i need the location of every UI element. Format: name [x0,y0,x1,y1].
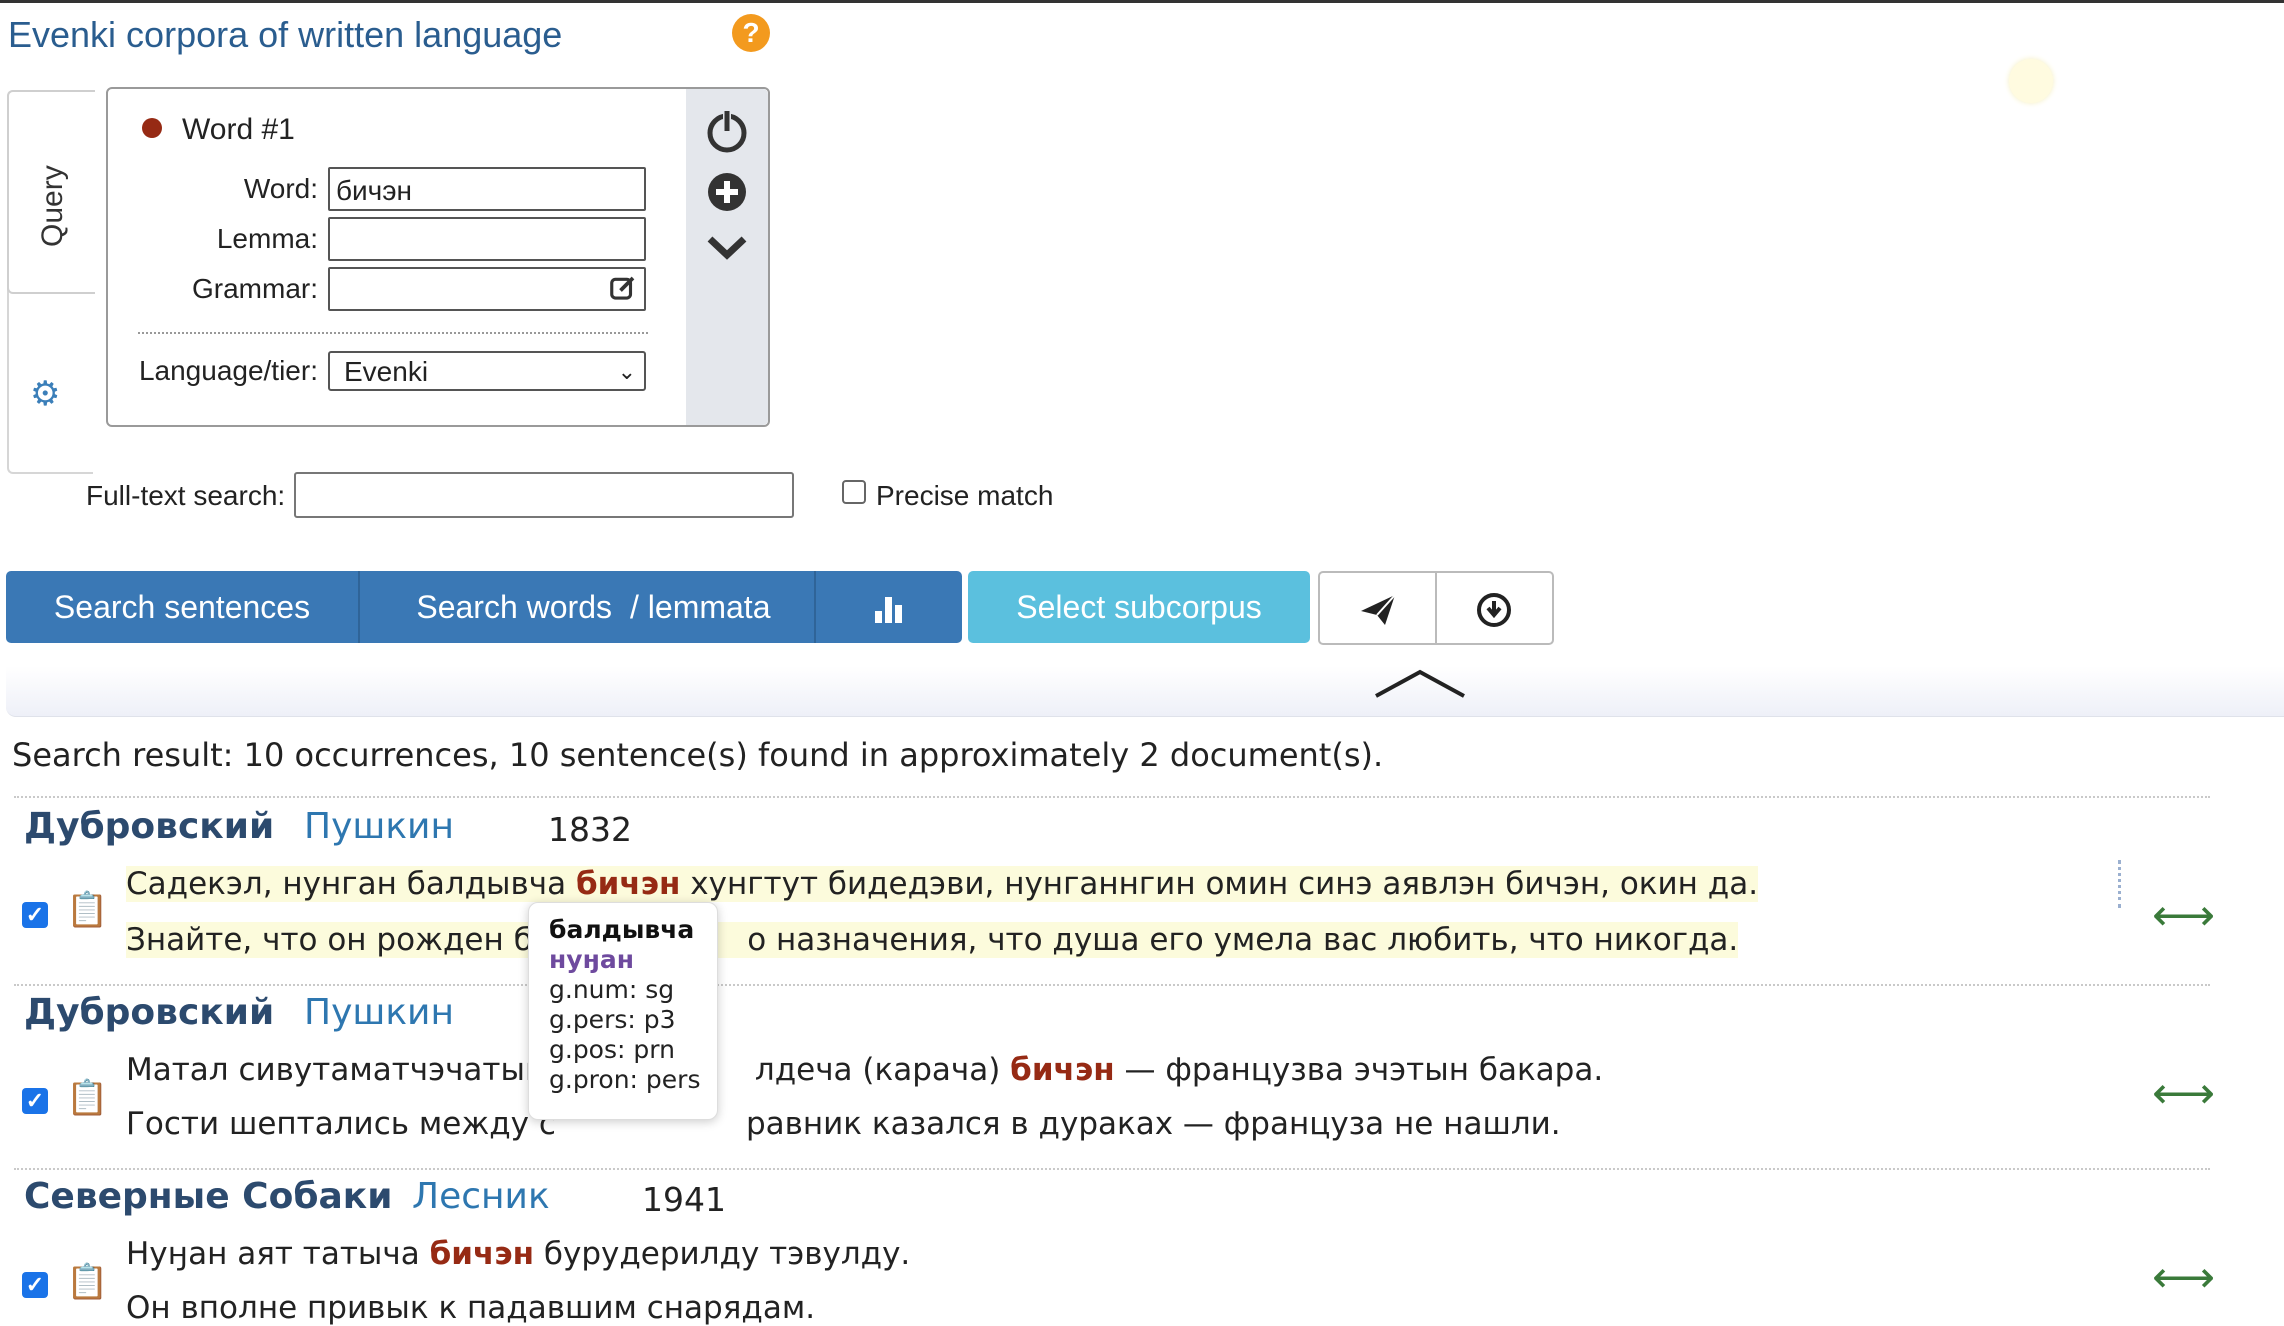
popup-feature: g.pers: p3 [549,1005,676,1034]
precise-match-checkbox[interactable] [842,480,866,504]
lemma-field[interactable] [328,217,646,261]
sentence-pre[interactable]: Нуӈан аят татыча [126,1236,430,1272]
word-field[interactable]: бичэн [328,167,646,211]
sentence-translation: Гости шептались между с равник казался в … [126,1106,1561,1142]
language-select[interactable]: Evenki ⌄ [328,351,646,391]
popup-feature: g.pron: pers [549,1065,701,1094]
translation-tail: о назначения, что душа его умела вас люб… [747,922,1739,958]
share-button[interactable] [1320,573,1436,643]
result-checkbox[interactable]: ✓ [22,1272,48,1298]
sentence-pre[interactable]: Садекэл, нунган балдывча [126,866,576,902]
sentence-original: Садекэл, нунган балдывча бичэн хунгтут б… [126,866,1759,902]
power-icon[interactable] [686,107,768,155]
bar-chart-icon [875,596,902,623]
document-author[interactable]: Пушкин [304,806,454,847]
word-label: Word: [243,173,318,204]
precise-match-label: Precise match [876,480,1054,511]
top-border [0,0,2284,3]
word-marker-dot [142,118,162,139]
language-label: Language/tier: [138,355,318,386]
plus-circle-icon[interactable] [686,169,768,215]
result-checkbox[interactable]: ✓ [22,1088,48,1114]
search-sentences-button[interactable]: Search sentences [6,571,358,643]
result-separator [14,984,2210,986]
fulltext-label: Full-text search: [86,480,286,511]
document-title[interactable]: Дубровский [24,992,274,1033]
grammar-field[interactable] [328,267,646,311]
collapse-panel[interactable] [6,666,2284,717]
sentence-post[interactable]: бурудерилду тэвулду. [534,1236,910,1272]
clipboard-icon[interactable]: 📋 [66,890,108,930]
lemmata-button[interactable]: / lemmata [620,571,820,643]
search-words-button[interactable]: Search words [360,571,620,643]
document-year: 1832 [548,810,632,849]
document-author[interactable]: Пушкин [304,992,454,1033]
result-separator [14,1168,2210,1170]
help-icon[interactable]: ? [732,14,770,52]
hit-word[interactable]: бичэн [430,1236,534,1272]
document-year: 1941 [642,1180,726,1219]
fulltext-input[interactable] [294,472,794,518]
sentence-original: Нуӈан аят татыча бичэн бурудерилду тэвул… [126,1236,910,1272]
statistics-button[interactable] [816,571,962,643]
download-button[interactable] [1436,573,1552,643]
edit-icon[interactable] [608,273,638,303]
search-button-group: Search sentences Search words / lemmata [6,571,962,643]
tab-query-label: Query [36,165,69,247]
grammar-label: Grammar: [192,273,318,304]
chevron-down-icon: ⌄ [617,359,636,384]
download-icon [1477,593,1511,628]
result-summary: Search result: 10 occurrences, 10 senten… [12,736,1384,774]
chevron-up-icon[interactable] [1372,660,1468,700]
sentence-translation: Знайте, что он рожден бы о назначения, чт… [126,922,1739,958]
vertical-divider [2118,860,2121,908]
cursor-highlight [2009,59,2053,103]
translation-head: Знайте, что он рожден бы [126,922,558,958]
expand-arrows-icon[interactable]: ⟷ [2152,1252,2215,1303]
result-checkbox[interactable]: ✓ [22,902,48,928]
sentence-pre-tail[interactable]: лдеча (карача) [755,1052,1010,1088]
document-title[interactable]: Дубровский [24,806,274,847]
word-header: Word #1 [142,113,295,147]
popup-feature: g.pos: prn [549,1035,675,1064]
sentence-post[interactable]: — французва эчэтын бакара. [1115,1052,1603,1088]
document-title[interactable]: Северные Собаки [24,1176,392,1217]
hit-word[interactable]: бичэн [1010,1052,1114,1088]
expand-arrows-icon[interactable]: ⟷ [2152,890,2215,941]
separator [138,332,648,334]
document-author[interactable]: Лесник [412,1176,550,1217]
sentence-pre[interactable]: Матал сивутаматчэчатын, [126,1052,565,1088]
send-icon [1361,594,1396,626]
sentence-translation: Он вполне привык к падавшим снарядам. [126,1290,816,1326]
word-header-label: Word #1 [182,113,295,146]
sentence-original: Матал сивутаматчэчатын, лдеча (карача) б… [126,1052,1603,1088]
word-query-block: Word #1 Word: бичэн Lemma: Grammar: Lang… [106,87,770,427]
clipboard-icon[interactable]: 📋 [66,1262,108,1302]
language-value: Evenki [344,356,429,387]
translation-tail: равник казался в дураках — француза не н… [745,1106,1561,1142]
popup-lemma: нуӈан [549,945,634,974]
word-analysis-popup: балдывча нуӈан g.num: sg g.pers: p3 g.po… [528,902,718,1120]
chevron-down-icon[interactable] [686,229,768,269]
clipboard-icon[interactable]: 📋 [66,1078,108,1118]
word-controls [686,89,768,425]
hit-word[interactable]: бичэн [576,866,680,902]
export-button-group [1318,571,1554,645]
popup-wordform: балдывча [549,915,695,944]
expand-arrows-icon[interactable]: ⟷ [2152,1068,2215,1119]
select-subcorpus-button[interactable]: Select subcorpus [968,571,1310,643]
translation-head: Гости шептались между с [126,1106,556,1142]
page-title: Evenki corpora of written language [8,14,563,55]
popup-feature: g.num: sg [549,975,675,1004]
tab-query[interactable]: Query [7,90,95,294]
lemma-label: Lemma: [216,223,318,254]
gear-icon[interactable]: ⚙ [30,374,60,414]
result-separator [14,796,2210,798]
sentence-post[interactable]: хунгтут бидедэви, нунганнгин омин синэ а… [680,866,1758,902]
